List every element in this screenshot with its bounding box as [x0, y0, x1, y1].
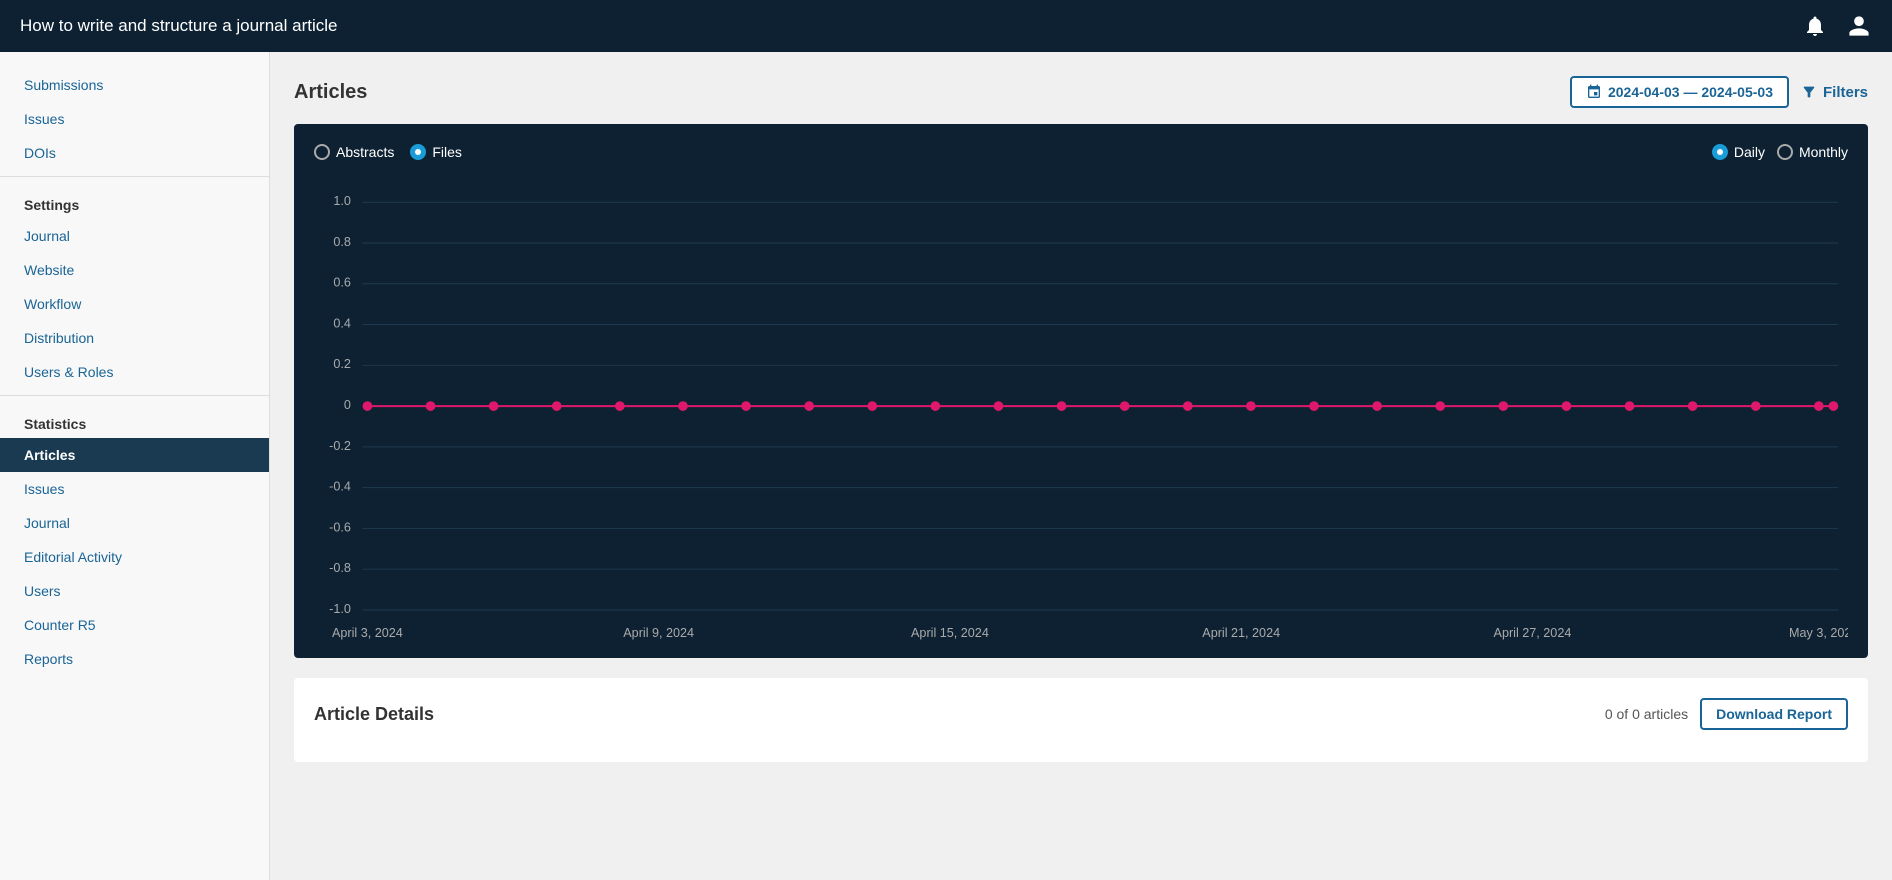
articles-chart: 1.0 0.8 0.6 0.4 0.2 0 -0.2 -0.4 -0.6 -0.…	[314, 176, 1848, 642]
details-title: Article Details	[314, 704, 434, 725]
monthly-option[interactable]: Monthly	[1777, 144, 1848, 160]
sidebar-item-submissions[interactable]: Submissions	[0, 68, 269, 102]
article-details-section: Article Details 0 of 0 articles Download…	[294, 678, 1868, 762]
frequency-group: Daily Monthly	[1712, 144, 1848, 160]
sidebar-item-stats-counter-r5[interactable]: Counter R5	[0, 608, 269, 642]
svg-text:0.4: 0.4	[333, 316, 351, 330]
svg-text:-0.6: -0.6	[329, 520, 351, 534]
svg-text:0.2: 0.2	[333, 357, 351, 371]
statistics-section-title: Statistics	[0, 402, 269, 438]
sidebar-item-stats-users[interactable]: Users	[0, 574, 269, 608]
articles-title: Articles	[294, 81, 367, 104]
sidebar-item-stats-editorial-activity[interactable]: Editorial Activity	[0, 540, 269, 574]
details-header: Article Details 0 of 0 articles Download…	[314, 698, 1848, 730]
monthly-label: Monthly	[1799, 144, 1848, 160]
main-layout: Submissions Issues DOIs Settings Journal…	[0, 52, 1892, 880]
sidebar-item-dois[interactable]: DOIs	[0, 136, 269, 170]
svg-text:-1.0: -1.0	[329, 602, 351, 616]
files-option[interactable]: Files	[410, 144, 462, 160]
calendar-icon	[1586, 84, 1602, 100]
daily-radio[interactable]	[1712, 144, 1728, 160]
date-range-button[interactable]: 2024-04-03 — 2024-05-03	[1570, 76, 1789, 108]
svg-text:April 27, 2024: April 27, 2024	[1494, 626, 1572, 640]
chart-container: Abstracts Files Daily Monthly	[294, 124, 1868, 658]
svg-text:0: 0	[344, 398, 351, 412]
page-title: How to write and structure a journal art…	[20, 16, 337, 36]
filter-icon	[1801, 84, 1817, 100]
svg-text:0.8: 0.8	[333, 235, 351, 249]
svg-text:May 3, 2024: May 3, 2024	[1789, 626, 1848, 640]
filters-button[interactable]: Filters	[1801, 84, 1868, 101]
content-area: Articles 2024-04-03 — 2024-05-03 Filters	[270, 52, 1892, 880]
svg-text:1.0: 1.0	[333, 194, 351, 208]
user-icon[interactable]	[1846, 13, 1872, 39]
sidebar-item-stats-reports[interactable]: Reports	[0, 642, 269, 676]
notifications-icon[interactable]	[1802, 13, 1828, 39]
date-range-text: 2024-04-03 — 2024-05-03	[1608, 84, 1773, 100]
details-meta: 0 of 0 articles Download Report	[1605, 698, 1848, 730]
svg-text:April 21, 2024: April 21, 2024	[1202, 626, 1280, 640]
daily-option[interactable]: Daily	[1712, 144, 1765, 160]
section-header: Articles 2024-04-03 — 2024-05-03 Filters	[294, 76, 1868, 108]
article-count: 0 of 0 articles	[1605, 706, 1688, 722]
svg-text:April 3, 2024: April 3, 2024	[332, 626, 403, 640]
settings-section-title: Settings	[0, 183, 269, 219]
chart-controls: Abstracts Files Daily Monthly	[314, 144, 1848, 160]
svg-text:0.6: 0.6	[333, 276, 351, 290]
sidebar-item-issues[interactable]: Issues	[0, 102, 269, 136]
filters-label: Filters	[1823, 84, 1868, 101]
svg-text:April 15, 2024: April 15, 2024	[911, 626, 989, 640]
monthly-radio[interactable]	[1777, 144, 1793, 160]
top-header: How to write and structure a journal art…	[0, 0, 1892, 52]
abstracts-label: Abstracts	[336, 144, 394, 160]
sidebar-item-settings-journal[interactable]: Journal	[0, 219, 269, 253]
files-radio[interactable]	[410, 144, 426, 160]
sidebar-item-settings-workflow[interactable]: Workflow	[0, 287, 269, 321]
svg-text:-0.4: -0.4	[329, 480, 351, 494]
abstracts-option[interactable]: Abstracts	[314, 144, 394, 160]
svg-text:April 9, 2024: April 9, 2024	[623, 626, 694, 640]
files-label: Files	[432, 144, 462, 160]
sidebar-item-stats-journal[interactable]: Journal	[0, 506, 269, 540]
chart-svg-wrapper: 1.0 0.8 0.6 0.4 0.2 0 -0.2 -0.4 -0.6 -0.…	[314, 176, 1848, 642]
sidebar-item-settings-distribution[interactable]: Distribution	[0, 321, 269, 355]
download-report-button[interactable]: Download Report	[1700, 698, 1848, 730]
header-icons	[1802, 13, 1872, 39]
svg-text:-0.8: -0.8	[329, 561, 351, 575]
abstracts-radio[interactable]	[314, 144, 330, 160]
sidebar-item-stats-issues[interactable]: Issues	[0, 472, 269, 506]
view-type-group: Abstracts Files	[314, 144, 462, 160]
sidebar-item-stats-articles[interactable]: Articles	[0, 438, 269, 472]
daily-label: Daily	[1734, 144, 1765, 160]
svg-text:-0.2: -0.2	[329, 439, 351, 453]
sidebar-item-settings-users-roles[interactable]: Users & Roles	[0, 355, 269, 389]
sidebar: Submissions Issues DOIs Settings Journal…	[0, 52, 270, 880]
sidebar-item-settings-website[interactable]: Website	[0, 253, 269, 287]
header-controls: 2024-04-03 — 2024-05-03 Filters	[1570, 76, 1868, 108]
